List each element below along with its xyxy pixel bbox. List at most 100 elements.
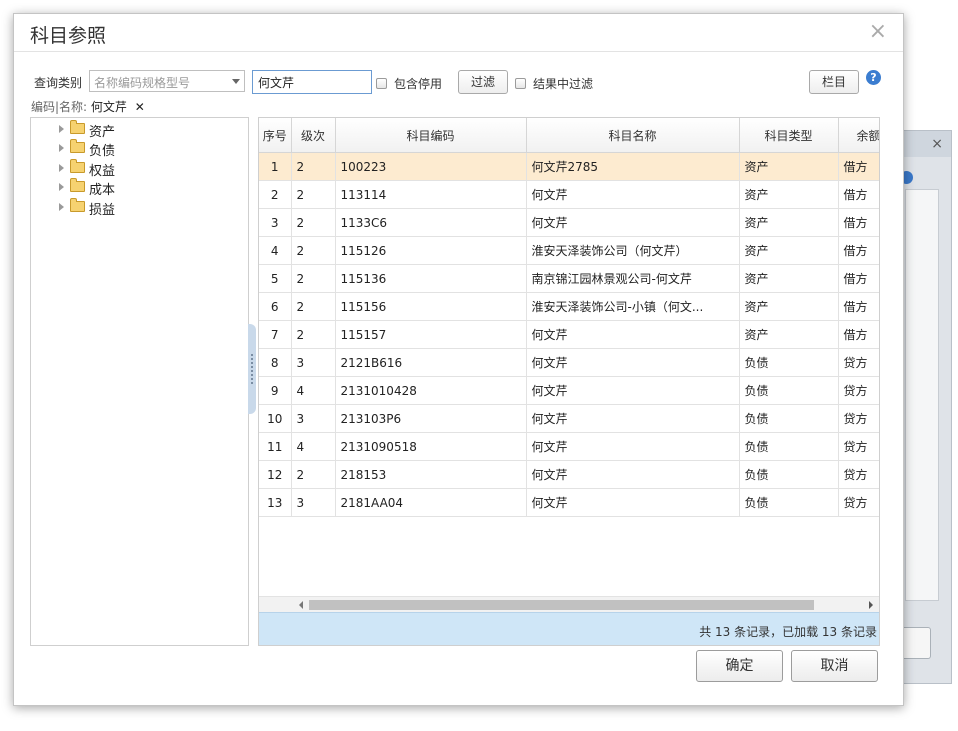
balance-direction-cell: 贷方	[838, 404, 879, 433]
folder-icon	[70, 139, 85, 153]
table-row[interactable]: 13 3 2181AA04 何文芹 负债 贷方	[259, 488, 879, 517]
balance-direction-cell: 借方	[838, 320, 879, 349]
expand-arrow-icon[interactable]	[59, 203, 64, 211]
row-level-cell: 2	[291, 152, 336, 181]
table-row[interactable]: 7 2 115157 何文芹 资产 借方	[259, 320, 879, 349]
table-row[interactable]: 11 4 2131090518 何文芹 负债 贷方	[259, 432, 879, 461]
filter-button[interactable]: 过滤	[458, 70, 508, 94]
column-header-level[interactable]: 级次	[291, 118, 336, 153]
account-type-cell: 资产	[739, 180, 839, 209]
search-input[interactable]	[252, 70, 372, 94]
account-name-cell: 何文芹	[526, 488, 740, 517]
account-code-cell: 2131010428	[335, 376, 527, 405]
balance-direction-cell: 借方	[838, 152, 879, 181]
breadcrumb-prefix: 编码|名称:	[31, 100, 88, 114]
row-level-cell: 3	[291, 488, 336, 517]
background-dialog: ×	[896, 130, 952, 684]
row-number-cell: 6	[259, 292, 292, 321]
expand-arrow-icon[interactable]	[59, 164, 64, 172]
filter-in-results-label: 结果中过滤	[533, 77, 594, 91]
tree-item-label: 负债	[89, 144, 116, 159]
account-code-cell: 2131090518	[335, 432, 527, 461]
account-name-cell: 淮安天泽装饰公司（何文芹）	[526, 236, 740, 265]
tree-item-label: 权益	[89, 164, 116, 179]
help-icon[interactable]: ?	[866, 70, 881, 85]
balance-direction-cell: 借方	[838, 208, 879, 237]
table-row[interactable]: 9 4 2131010428 何文芹 负债 贷方	[259, 376, 879, 405]
balance-direction-cell: 借方	[838, 264, 879, 293]
panel-splitter[interactable]	[248, 324, 256, 414]
row-number-cell: 5	[259, 264, 292, 293]
close-icon[interactable]: ×	[869, 19, 887, 44]
account-category-tree: 资产 负债 权益 成本 损益	[30, 117, 249, 646]
row-level-cell: 2	[291, 264, 336, 293]
background-panel	[905, 189, 939, 601]
account-type-cell: 资产	[739, 208, 839, 237]
table-row[interactable]: 12 2 218153 何文芹 负债 贷方	[259, 460, 879, 489]
row-level-cell: 3	[291, 348, 336, 377]
remove-filter-icon[interactable]: ✕	[135, 100, 145, 114]
table-row[interactable]: 10 3 213103P6 何文芹 负债 贷方	[259, 404, 879, 433]
row-number-cell: 13	[259, 488, 292, 517]
account-name-cell: 南京锦江园林景观公司-何文芹	[526, 264, 740, 293]
expand-arrow-icon[interactable]	[59, 144, 64, 152]
row-level-cell: 4	[291, 376, 336, 405]
grip-icon	[251, 354, 253, 384]
confirm-button[interactable]: 确定	[696, 650, 783, 682]
expand-arrow-icon[interactable]	[59, 183, 64, 191]
table-body: 1 2 100223 何文芹2785 资产 借方 2 2 113114 何文芹 资产 借方 3 2 1133…	[259, 152, 879, 517]
account-code-cell: 115157	[335, 320, 527, 349]
row-number-cell: 9	[259, 376, 292, 405]
column-header-type[interactable]: 科目类型	[739, 118, 839, 153]
account-type-cell: 资产	[739, 264, 839, 293]
horizontal-scrollbar[interactable]	[259, 596, 879, 613]
account-table: 序号 级次 科目编码 科目名称 科目类型 余额 1 2 100223 何文芹2785 资…	[259, 118, 879, 517]
row-level-cell: 2	[291, 236, 336, 265]
scroll-right-icon[interactable]	[869, 601, 873, 609]
cancel-button[interactable]: 取消	[791, 650, 878, 682]
column-header-name[interactable]: 科目名称	[526, 118, 740, 153]
table-row[interactable]: 2 2 113114 何文芹 资产 借方	[259, 180, 879, 209]
account-name-cell: 淮安天泽装饰公司-小镇（何文...	[526, 292, 740, 321]
balance-direction-cell: 借方	[838, 180, 879, 209]
columns-button[interactable]: 栏目	[809, 70, 859, 94]
filter-in-results-checkbox[interactable]	[515, 78, 526, 89]
scrollbar-thumb[interactable]	[309, 600, 814, 610]
table-row[interactable]: 1 2 100223 何文芹2785 资产 借方	[259, 152, 879, 181]
account-type-cell: 资产	[739, 152, 839, 181]
scroll-left-icon[interactable]	[299, 601, 303, 609]
row-number-cell: 2	[259, 180, 292, 209]
chevron-down-icon[interactable]	[232, 79, 240, 84]
table-row[interactable]: 8 3 2121B616 何文芹 负债 贷方	[259, 348, 879, 377]
row-level-cell: 2	[291, 292, 336, 321]
table-row[interactable]: 3 2 1133C6 何文芹 资产 借方	[259, 208, 879, 237]
account-code-cell: 1133C6	[335, 208, 527, 237]
table-row[interactable]: 4 2 115126 淮安天泽装饰公司（何文芹） 资产 借方	[259, 236, 879, 265]
background-button[interactable]	[902, 627, 931, 659]
account-code-cell: 113114	[335, 180, 527, 209]
account-code-cell: 115126	[335, 236, 527, 265]
balance-direction-cell: 贷方	[838, 348, 879, 377]
include-disabled-checkbox[interactable]	[376, 78, 387, 89]
column-header-no[interactable]: 序号	[259, 118, 292, 153]
row-level-cell: 4	[291, 432, 336, 461]
tree-item-label: 损益	[89, 203, 116, 218]
background-close-icon[interactable]: ×	[931, 136, 943, 152]
balance-direction-cell: 贷方	[838, 376, 879, 405]
query-category-select[interactable]: 名称编码规格型号	[89, 70, 245, 92]
account-name-cell: 何文芹	[526, 404, 740, 433]
column-header-code[interactable]: 科目编码	[335, 118, 527, 153]
folder-icon	[70, 198, 85, 212]
account-code-cell: 115136	[335, 264, 527, 293]
expand-arrow-icon[interactable]	[59, 125, 64, 133]
row-number-cell: 12	[259, 460, 292, 489]
account-type-cell: 负债	[739, 348, 839, 377]
account-type-cell: 负债	[739, 376, 839, 405]
table-row[interactable]: 6 2 115156 淮安天泽装饰公司-小镇（何文... 资产 借方	[259, 292, 879, 321]
column-header-balance[interactable]: 余额	[838, 118, 879, 153]
table-row[interactable]: 5 2 115136 南京锦江园林景观公司-何文芹 资产 借方	[259, 264, 879, 293]
account-type-cell: 资产	[739, 320, 839, 349]
row-number-cell: 3	[259, 208, 292, 237]
table-header-row: 序号 级次 科目编码 科目名称 科目类型 余额	[259, 118, 879, 153]
account-name-cell: 何文芹	[526, 180, 740, 209]
